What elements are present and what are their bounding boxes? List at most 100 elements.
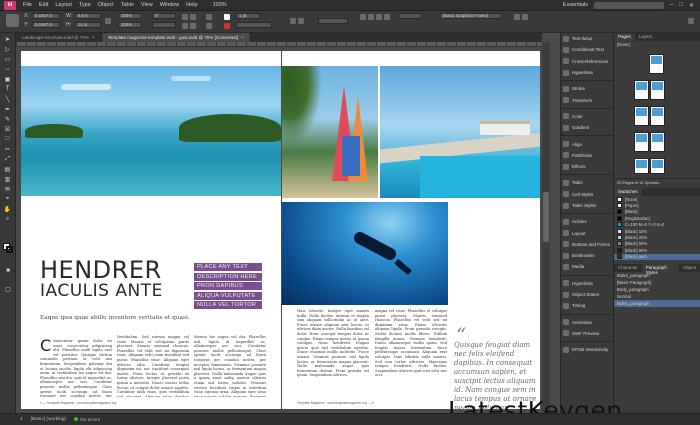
page-number-field[interactable]: 4 — [20, 417, 23, 422]
auto-fit-icon[interactable] — [522, 14, 528, 20]
dock-text-wrap[interactable]: Text Wrap — [561, 33, 613, 44]
gradient-swatch-tool-icon[interactable]: ▤ — [3, 165, 13, 173]
fitting-icon[interactable] — [360, 14, 366, 20]
rotate-cw-icon[interactable] — [182, 14, 188, 20]
gap-tool-icon[interactable]: ↔ — [3, 65, 13, 73]
eyedropper-tool-icon[interactable]: ⌖ — [3, 195, 13, 203]
right-body-column-1[interactable]: Huis lobortis. Integer eget mauris nulla… — [297, 309, 369, 397]
swatch-row[interactable]: [Black] auto — [614, 253, 700, 260]
width-field[interactable]: 8.5 in — [75, 13, 101, 19]
pen-tool-icon[interactable]: ✒ — [3, 105, 13, 113]
flip-horizontal-icon[interactable] — [182, 23, 188, 29]
dock-color[interactable]: Color — [561, 111, 613, 122]
document-tab[interactable]: Landscape brochure.indd @ 75% × — [16, 33, 102, 42]
page-thumbnail[interactable] — [650, 106, 665, 126]
dock-table-styles[interactable]: Table Styles — [561, 200, 613, 211]
shear-angle-field[interactable] — [152, 22, 176, 28]
tab-swatches[interactable]: Swatches — [614, 188, 642, 196]
right-body-column-2[interactable]: magna vel risus. Phasellus et volutpat p… — [375, 309, 447, 397]
menu-layout[interactable]: Layout — [55, 2, 72, 8]
selection-tool-icon[interactable]: ➤ — [3, 35, 13, 43]
rectangle-frame-tool-icon[interactable]: ☒ — [3, 125, 13, 133]
fit-frame-icon[interactable] — [376, 14, 382, 20]
sailboat-palm-photo[interactable] — [282, 66, 378, 198]
left-page[interactable]: HENDRER IACULIS ANTE Eaque ipsa quae abi… — [21, 51, 281, 409]
flip-vertical-icon[interactable] — [190, 23, 196, 29]
dock-media[interactable]: Media — [561, 261, 613, 272]
page-thumbnail[interactable] — [634, 106, 649, 126]
free-transform-tool-icon[interactable]: ⤢ — [3, 155, 13, 163]
minimize-icon[interactable]: – — [670, 2, 673, 8]
dock-epub-interactivity[interactable]: EPUB Interactivity — [561, 344, 613, 355]
reference-point-icon[interactable] — [6, 14, 19, 27]
paragraph-style-item[interactable]: Normal — [614, 293, 700, 300]
rectangle-tool-icon[interactable]: □ — [3, 135, 13, 143]
dock-transform[interactable]: Transform — [561, 94, 613, 105]
y-field[interactable]: 0.1667 in — [32, 22, 60, 28]
object-style-select[interactable]: [Basic Graphics Frame] — [440, 13, 502, 19]
close-tab-icon[interactable]: × — [241, 35, 244, 41]
select-content-icon[interactable] — [206, 23, 212, 29]
page-thumbnail[interactable] — [634, 132, 649, 152]
height-field[interactable]: 11 in — [75, 22, 101, 28]
effects-icon[interactable] — [290, 18, 296, 24]
direct-selection-tool-icon[interactable]: ▷ — [3, 45, 13, 53]
dock-cell-styles[interactable]: Cell Styles — [561, 189, 613, 200]
page-thumbnail[interactable] — [634, 158, 649, 174]
paragraph-style-item[interactable]: Body_paragraph — [614, 286, 700, 293]
right-page[interactable]: “ Quisque feugiat diam nec felis eleifen… — [282, 51, 540, 412]
menu-edit[interactable]: Edit — [39, 2, 48, 8]
paragraph-style-item[interactable]: [Basic Paragraph] — [614, 279, 700, 286]
subheadline[interactable]: Eaque ipsa quae abillo inventore veritat… — [40, 315, 190, 321]
type-tool-icon[interactable]: T — [3, 85, 13, 93]
dock-timing[interactable]: Timing — [561, 300, 613, 311]
body-column-1[interactable]: Consectetur ipsum dolor sit amet, consec… — [40, 339, 112, 397]
scale-y-field[interactable]: 100% — [118, 22, 142, 28]
dock-buttons-forms[interactable]: Buttons and Forms — [561, 239, 613, 250]
dock-conditional-text[interactable]: Conditional Text — [561, 44, 613, 55]
dock-align[interactable]: Align — [561, 138, 613, 149]
stroke-swatch-icon[interactable] — [224, 23, 230, 29]
close-icon[interactable]: ✕ — [689, 2, 694, 9]
page-thumbnail[interactable] — [649, 54, 664, 74]
pool-resort-photo[interactable] — [380, 66, 540, 198]
panel-menu-icon[interactable] — [688, 18, 694, 24]
scissors-tool-icon[interactable]: ✂ — [3, 145, 13, 153]
dock-stroke[interactable]: Stroke — [561, 83, 613, 94]
screen-mode-icon[interactable]: ▢ — [3, 285, 13, 293]
menu-type[interactable]: Type — [79, 2, 91, 8]
note-tool-icon[interactable]: ✉ — [3, 185, 13, 193]
dock-animation[interactable]: Animation — [561, 317, 613, 328]
width-spacing-field[interactable] — [398, 13, 422, 19]
article-headline[interactable]: HENDRER IACULIS ANTE — [40, 258, 163, 301]
tab-paragraph-styles[interactable]: Paragraph Styles — [641, 263, 679, 275]
apply-color-icon[interactable]: ■ — [3, 267, 13, 275]
scuba-diver-photo[interactable] — [282, 202, 448, 305]
rotation-angle-field[interactable]: 0° — [152, 13, 176, 19]
dock-pathfinder[interactable]: Pathfinder — [561, 150, 613, 161]
tropical-island-photo[interactable] — [21, 66, 281, 196]
stroke-type-select[interactable] — [236, 22, 272, 28]
scale-x-field[interactable]: 100% — [118, 13, 142, 19]
master-none-row[interactable]: [None] — [614, 41, 700, 48]
help-search-input[interactable] — [594, 1, 664, 9]
center-content-icon[interactable] — [384, 14, 390, 20]
dock-hyperlinks[interactable]: Hyperlinks — [561, 67, 613, 78]
page-thumbnail[interactable] — [650, 80, 665, 100]
select-container-icon[interactable] — [206, 14, 212, 20]
tab-layers[interactable]: Layers — [635, 33, 657, 41]
opacity-field[interactable] — [318, 18, 348, 24]
dock-table[interactable]: Table — [561, 177, 613, 188]
dock-layout[interactable]: Layout — [561, 227, 613, 238]
close-tab-icon[interactable]: × — [92, 35, 95, 41]
zoom-tool-icon[interactable]: ⌕ — [3, 215, 13, 223]
page-thumbnail[interactable] — [650, 132, 665, 152]
document-canvas[interactable]: HENDRER IACULIS ANTE Eaque ipsa quae abi… — [16, 47, 542, 413]
dock-articles[interactable]: Articles — [561, 216, 613, 227]
drop-shadow-icon[interactable] — [298, 18, 304, 24]
dock-gradient[interactable]: Gradient — [561, 122, 613, 133]
menu-table[interactable]: Table — [121, 2, 134, 8]
line-tool-icon[interactable]: ╲ — [3, 95, 13, 103]
dock-hyperlinks-2[interactable]: Hyperlinks — [561, 278, 613, 289]
tab-character[interactable]: Character — [614, 264, 642, 272]
